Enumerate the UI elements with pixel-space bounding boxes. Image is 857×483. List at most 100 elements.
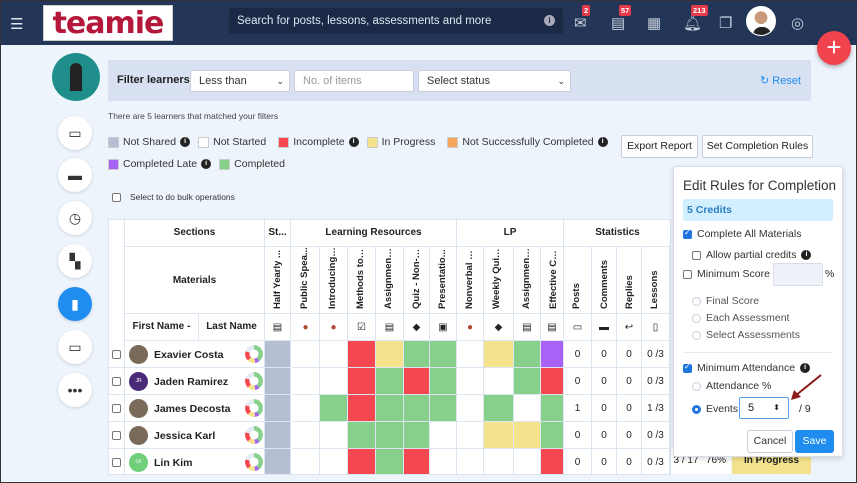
sidebar-analytics-icon[interactable]: ▮ [58, 287, 92, 321]
status-cell-w[interactable] [320, 368, 348, 395]
complete-all-checkbox[interactable] [683, 228, 692, 239]
status-cell-grey[interactable] [265, 341, 291, 368]
material-column-header[interactable]: Public Spea... [292, 247, 320, 314]
material-column-header[interactable]: Effective Co... [541, 247, 564, 314]
status-cell-grn[interactable] [404, 341, 430, 368]
status-cell-red[interactable] [348, 341, 376, 368]
status-cell-grn[interactable] [404, 422, 430, 449]
status-cell-w[interactable] [320, 341, 348, 368]
learner-name[interactable]: Lin Kim [154, 457, 193, 469]
status-cell-grn[interactable] [404, 395, 430, 422]
sort-icon[interactable]: - [187, 321, 190, 332]
set-completion-rules-button[interactable]: Set Completion Rules [702, 135, 813, 158]
events-radio[interactable] [692, 404, 701, 414]
status-cell-w[interactable] [484, 368, 514, 395]
status-cell-grey[interactable] [265, 449, 291, 474]
status-cell-w[interactable] [430, 422, 457, 449]
status-cell-red[interactable] [541, 368, 564, 395]
bulk-checkbox[interactable] [112, 192, 121, 202]
comparator-select[interactable]: Less than ⌄ [190, 70, 290, 92]
status-cell-red[interactable] [348, 368, 376, 395]
min-score-option[interactable]: Minimum Score [683, 268, 770, 280]
status-cell-grey[interactable] [265, 395, 291, 422]
sidebar-calendar-icon[interactable]: ◷ [58, 201, 92, 235]
status-cell-grn[interactable] [320, 395, 348, 422]
final-score-option[interactable]: Final Score [692, 295, 759, 307]
min-attendance-checkbox[interactable] [683, 362, 692, 373]
learner-name[interactable]: Jaden Ramirez [154, 376, 228, 388]
status-cell-w[interactable] [457, 449, 484, 474]
status-cell-grn[interactable] [430, 341, 457, 368]
info-icon[interactable]: i [180, 137, 191, 147]
status-cell-w[interactable] [292, 422, 320, 449]
status-cell-w[interactable] [457, 368, 484, 395]
status-cell-grn[interactable] [430, 395, 457, 422]
search-input[interactable]: Search for posts, lessons, assessments a… [229, 8, 563, 34]
logo[interactable]: teamie [43, 5, 173, 41]
min-score-input[interactable] [773, 263, 823, 286]
final-score-radio[interactable] [692, 296, 701, 306]
row-checkbox[interactable] [112, 404, 121, 413]
status-cell-grn[interactable] [348, 422, 376, 449]
first-name-header[interactable]: First Name - [125, 314, 199, 341]
complete-all-option[interactable]: Complete All Materials [683, 228, 801, 240]
status-cell-red[interactable] [404, 449, 430, 474]
messages-icon[interactable]: ✉ 2 [574, 5, 591, 32]
attendance-percent-option[interactable]: Attendance % [692, 380, 771, 392]
status-cell-red[interactable] [348, 395, 376, 422]
status-cell-w[interactable] [457, 341, 484, 368]
items-input[interactable]: No. of items [294, 70, 414, 92]
status-cell-grn[interactable] [376, 422, 404, 449]
partial-credits-checkbox[interactable] [692, 250, 701, 260]
bulk-select[interactable]: Select to do bulk operations [112, 192, 235, 202]
status-cell-red[interactable] [404, 368, 430, 395]
status-cell-grn[interactable] [376, 449, 404, 474]
reset-button[interactable]: ↻ Reset [760, 74, 801, 87]
min-score-checkbox[interactable] [683, 269, 692, 279]
learner-name[interactable]: James Decosta [154, 403, 230, 415]
events-stepper[interactable]: 5 ⬍ [739, 397, 789, 419]
partial-credits-option[interactable]: Allow partial credits i [692, 249, 815, 261]
posts-icon[interactable]: ▤ 57 [611, 5, 632, 32]
user-avatar[interactable] [746, 6, 776, 36]
info-icon[interactable]: i [801, 250, 812, 260]
status-cell-w[interactable] [457, 395, 484, 422]
events-option[interactable]: Events [692, 403, 738, 415]
status-cell-grn[interactable] [541, 422, 564, 449]
status-cell-w[interactable] [484, 449, 514, 474]
bell-icon[interactable]: 🔔︎ 213 [683, 5, 708, 32]
status-cell-w[interactable] [514, 449, 541, 474]
sidebar-screen-icon[interactable]: ▭ [58, 330, 92, 364]
info-icon[interactable]: i [544, 15, 555, 26]
status-cell-w[interactable] [430, 449, 457, 474]
material-column-header[interactable]: Introducing ... [320, 247, 348, 314]
row-checkbox[interactable] [112, 458, 121, 467]
each-assessment-radio[interactable] [692, 313, 701, 323]
add-button[interactable]: + [817, 31, 851, 65]
status-cell-w[interactable] [320, 449, 348, 474]
cancel-button[interactable]: Cancel [747, 430, 793, 453]
row-checkbox[interactable] [112, 377, 121, 386]
status-cell-red[interactable] [541, 449, 564, 474]
status-cell-yel[interactable] [514, 422, 541, 449]
status-cell-grn[interactable] [514, 341, 541, 368]
info-icon[interactable]: i [597, 137, 608, 147]
export-report-button[interactable]: Export Report [621, 135, 698, 158]
stepper-arrows-icon[interactable]: ⬍ [773, 398, 780, 418]
status-cell-w[interactable] [320, 422, 348, 449]
material-column-header[interactable]: Assignment ... [514, 247, 541, 314]
material-column-header[interactable]: Assignment ... [376, 247, 404, 314]
material-column-header[interactable]: Nonverbal C... [457, 247, 484, 314]
status-cell-red[interactable] [348, 449, 376, 474]
sidebar-posts-icon[interactable]: ▭ [58, 116, 92, 150]
status-cell-grn[interactable] [376, 395, 404, 422]
status-select[interactable]: Select status ⌄ [418, 70, 571, 92]
learner-name[interactable]: Exavier Costa [154, 349, 223, 361]
status-cell-yel[interactable] [484, 422, 514, 449]
sidebar-dashboard-icon[interactable]: ▚ [58, 244, 92, 278]
row-checkbox[interactable] [112, 431, 121, 440]
status-cell-grn[interactable] [484, 395, 514, 422]
status-cell-grn[interactable] [541, 395, 564, 422]
status-cell-grn[interactable] [514, 368, 541, 395]
status-cell-grey[interactable] [265, 422, 291, 449]
